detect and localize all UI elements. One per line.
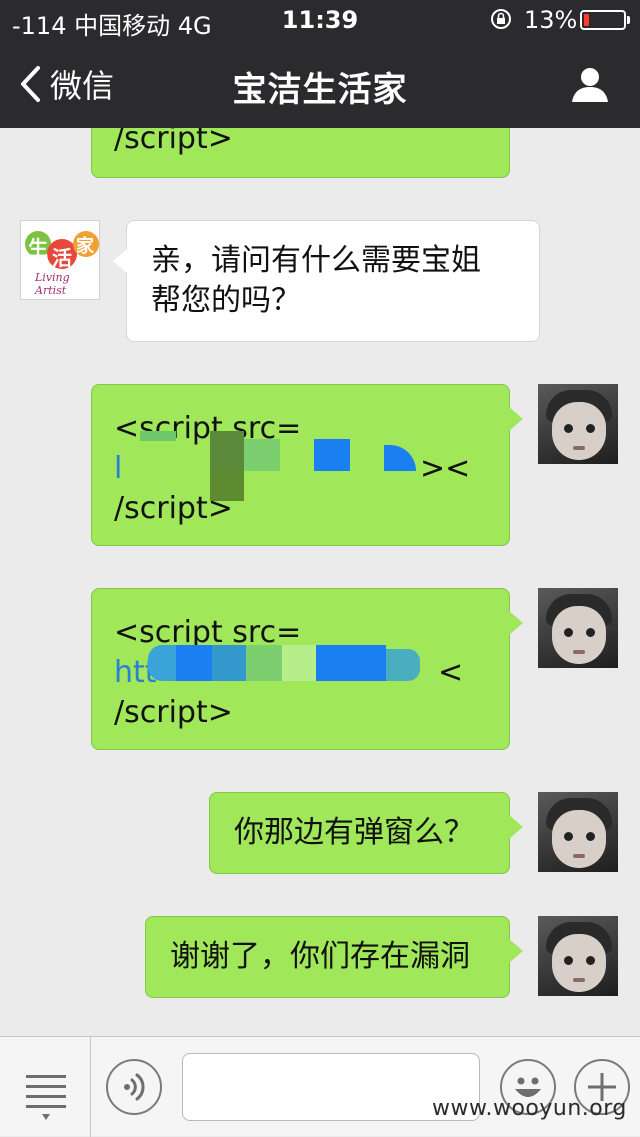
message-text-line-2: >< xyxy=(420,451,471,486)
avatar-eye xyxy=(586,956,595,965)
message-bubble-incoming[interactable]: 亲，请问有什么需要宝姐 帮您的吗？ xyxy=(113,220,540,342)
avatar-mouth xyxy=(573,446,585,450)
user-avatar[interactable] xyxy=(538,384,618,464)
avatar-eye xyxy=(586,832,595,841)
user-avatar[interactable] xyxy=(538,588,618,668)
voice-button[interactable] xyxy=(106,1059,162,1115)
avatar-eye xyxy=(586,424,595,433)
avatar-face xyxy=(552,810,606,868)
redaction-mosaic xyxy=(246,645,282,681)
message-text-line-2: 帮您的吗？ xyxy=(151,283,301,318)
message-text: 你那边有弹窗么？ xyxy=(234,815,474,850)
redaction-mosaic xyxy=(244,439,280,471)
redaction-mosaic xyxy=(212,645,246,681)
top-bar: -114 中国移动 4G 11:39 13% 微信 宝洁生活家 xyxy=(0,0,640,128)
brand-avatar[interactable]: 生 活 家 Living Artist xyxy=(20,220,100,300)
avatar-char-3: 家 xyxy=(76,236,94,257)
user-avatar[interactable] xyxy=(538,916,618,996)
avatar-char-1: 生 xyxy=(28,236,48,260)
avatar-face xyxy=(552,402,606,460)
avatar-subtitle: Living Artist xyxy=(35,271,70,297)
redaction-mosaic xyxy=(282,645,316,681)
redaction-mosaic xyxy=(384,445,416,471)
battery-level xyxy=(584,14,589,26)
person-icon[interactable] xyxy=(570,64,610,104)
redaction-mosaic xyxy=(210,431,244,471)
redaction-mosaic xyxy=(314,439,350,471)
menu-icon[interactable] xyxy=(20,1067,72,1123)
chat-title: 宝洁生活家 xyxy=(232,70,408,110)
avatar-mouth xyxy=(573,650,585,654)
battery-nub xyxy=(627,16,630,24)
avatar-face xyxy=(552,934,606,992)
chat-area[interactable]: /script> 生 活 家 Living Artist 亲，请问有什么需要宝姐… xyxy=(0,128,640,1036)
avatar-eye xyxy=(564,424,573,433)
avatar-eye xyxy=(564,628,573,637)
avatar-char-2: 活 xyxy=(52,246,72,270)
nav-bar: 微信 宝洁生活家 xyxy=(0,40,640,128)
redaction-mosaic xyxy=(140,431,176,441)
message-bubble-outgoing[interactable]: <script src= l >< /script> xyxy=(91,384,523,546)
avatar-face xyxy=(552,606,606,664)
redaction-mosaic xyxy=(316,645,386,681)
user-avatar[interactable] xyxy=(538,792,618,872)
avatar-eye xyxy=(564,832,573,841)
message-bubble-outgoing[interactable]: 你那边有弹窗么？ xyxy=(209,792,523,874)
status-bar: -114 中国移动 4G 11:39 13% xyxy=(0,0,640,40)
input-toolbar xyxy=(0,1036,640,1137)
battery-percent: 13% xyxy=(524,6,578,34)
battery-icon xyxy=(580,10,630,30)
watermark: www.wooyun.org xyxy=(432,1096,627,1121)
redaction-mosaic xyxy=(210,471,244,501)
rotation-lock-icon xyxy=(491,9,511,29)
avatar-mouth xyxy=(573,854,585,858)
message-text-line-2: < xyxy=(438,655,464,690)
message-text-line-3: /script> xyxy=(114,695,233,730)
redaction-mosaic xyxy=(386,649,420,681)
avatar-eye xyxy=(586,628,595,637)
redaction-mosaic xyxy=(148,645,176,681)
message-text: 谢谢了，你们存在漏洞 xyxy=(170,939,470,974)
message-bubble-outgoing[interactable]: <script src= htt < /script> xyxy=(91,588,523,750)
toolbar-divider xyxy=(90,1037,91,1137)
message-bubble-outgoing[interactable]: 谢谢了，你们存在漏洞 xyxy=(145,916,523,998)
redaction-mosaic xyxy=(176,645,212,681)
message-link-text[interactable]: l xyxy=(114,449,122,489)
avatar-eye xyxy=(564,956,573,965)
message-bubble-outgoing[interactable]: /script> xyxy=(91,128,510,178)
message-text-line-1: 亲，请问有什么需要宝姐 xyxy=(151,243,481,278)
avatar-mouth xyxy=(573,978,585,982)
message-text: /script> xyxy=(114,128,233,156)
voice-icon xyxy=(124,1073,145,1101)
